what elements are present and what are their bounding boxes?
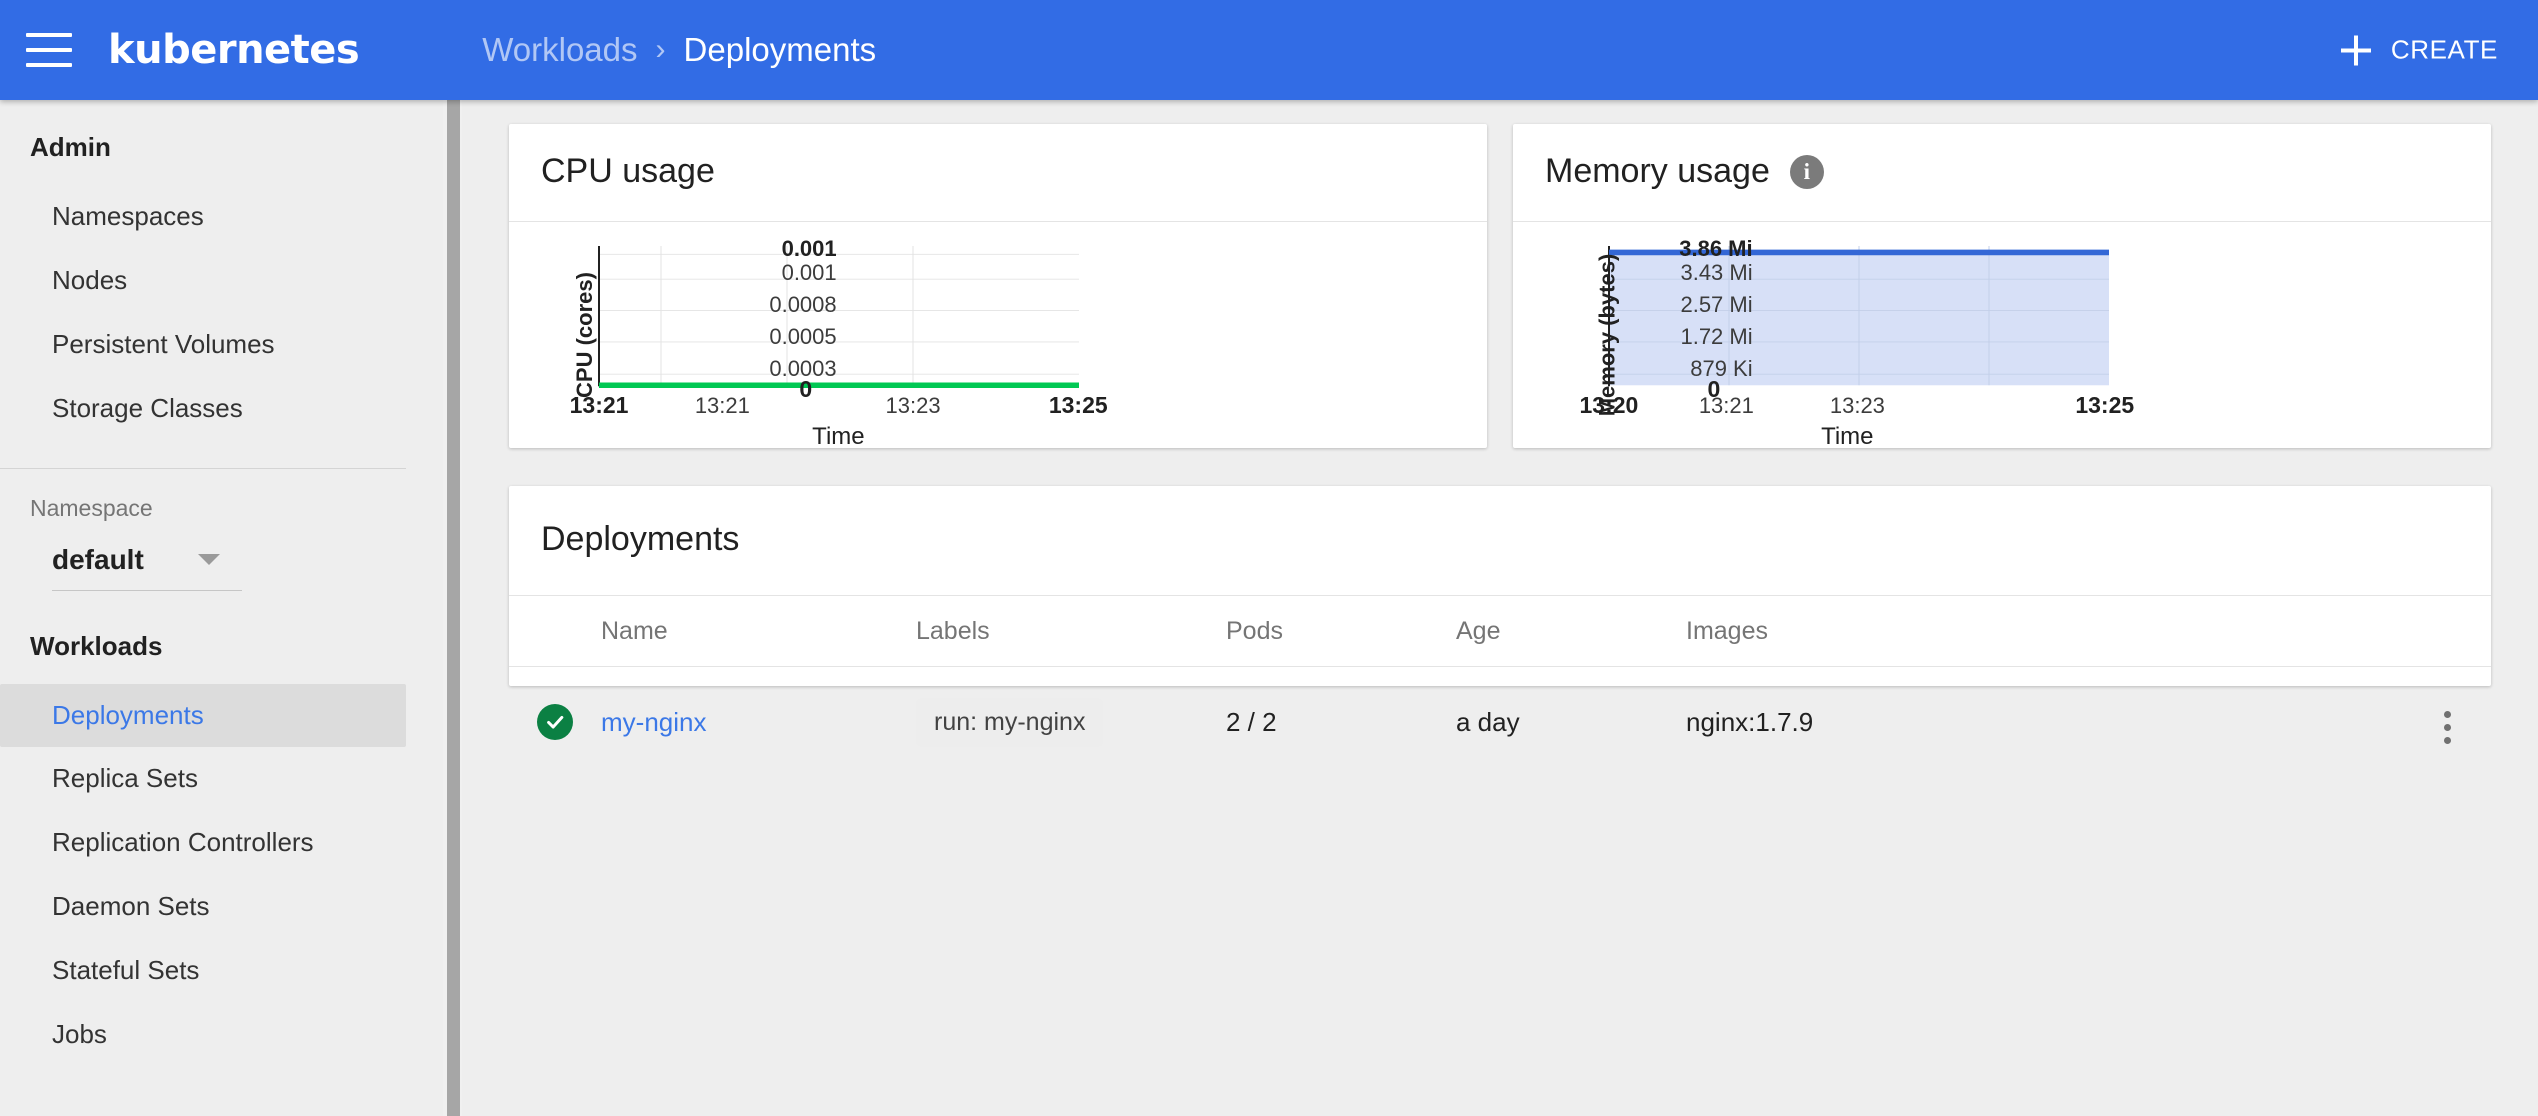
sidebar-item-daemon-sets[interactable]: Daemon Sets — [0, 875, 443, 939]
memory-chart-body: 3.86 Mi 3.43 Mi 2.57 Mi 1.72 Mi 879 Ki 0… — [1513, 222, 2491, 451]
row-pods-cell: 2 / 2 — [1226, 706, 1277, 737]
breadcrumb: Workloads › Deployments — [482, 31, 876, 69]
cpu-x-tick-1: 13:21 — [694, 392, 750, 418]
namespace-select[interactable]: default — [52, 544, 242, 591]
cpu-x-tick-2: 13:23 — [885, 392, 941, 418]
hamburger-icon[interactable] — [26, 33, 72, 67]
cpu-x-tick-3: 13:25 — [1048, 391, 1108, 418]
breadcrumb-item-current: Deployments — [683, 31, 877, 68]
row-name-cell: my-nginx — [601, 667, 916, 778]
memory-y-tick-2: 2.57 Mi — [1680, 292, 1753, 318]
th-pods[interactable]: Pods — [1226, 596, 1456, 667]
namespace-label: Namespace — [30, 494, 153, 521]
memory-x-axis-label: Time — [1821, 423, 1874, 451]
breadcrumb-item-workloads[interactable]: Workloads — [482, 31, 637, 69]
row-images-cell: nginx:1.7.9 — [1686, 706, 1814, 737]
memory-y-tick-3: 1.72 Mi — [1680, 323, 1753, 349]
memory-x-tick-1: 13:21 — [1698, 392, 1754, 418]
table-row[interactable]: my-nginx run: my-nginx 2 / 2 a day nginx… — [509, 667, 2491, 778]
th-status — [509, 596, 601, 667]
sidebar-item-persistent-volumes[interactable]: Persistent Volumes — [0, 313, 443, 377]
info-icon[interactable]: i — [1789, 154, 1824, 189]
app-brand-logo: kubernetes — [108, 27, 360, 73]
main-content: CPU usage 0.001 0.001 0.0008 0.0005 0.00… — [462, 100, 2538, 1116]
create-button-label: CREATE — [2390, 34, 2498, 65]
cpu-x-tick-0: 13:21 — [569, 391, 629, 418]
cpu-y-tick-3: 0.0005 — [769, 323, 837, 349]
chevron-down-icon — [198, 554, 220, 566]
memory-card-header: Memory usage i — [1513, 124, 2491, 222]
memory-x-tick-0: 13:20 — [1579, 391, 1639, 418]
th-menu — [2381, 596, 2491, 667]
chevron-right-icon: › — [655, 33, 666, 66]
kebab-menu-icon[interactable] — [2438, 705, 2457, 750]
th-images[interactable]: Images — [1686, 596, 2381, 667]
row-menu-cell — [2381, 667, 2491, 778]
memory-x-tick-3: 13:25 — [2075, 391, 2135, 418]
deployments-table: Name Labels Pods Age Images my-nginx run… — [509, 596, 2491, 777]
charts-row: CPU usage 0.001 0.001 0.0008 0.0005 0.00… — [509, 124, 2491, 451]
status-success-check-icon — [537, 704, 573, 740]
cpu-y-tick-2: 0.0008 — [769, 292, 837, 318]
cpu-x-axis-label: Time — [812, 423, 865, 451]
cpu-y-tick-0: 0.001 — [781, 235, 837, 261]
label-chip[interactable]: run: my-nginx — [916, 697, 1104, 747]
sidebar-nav: Admin Namespaces Nodes Persistent Volume… — [0, 100, 443, 1116]
sidebar-section-workloads: Workloads — [30, 630, 163, 661]
create-button[interactable]: CREATE — [2340, 34, 2498, 66]
cpu-usage-card: CPU usage 0.001 0.001 0.0008 0.0005 0.00… — [509, 124, 1487, 451]
sidebar-item-replica-sets[interactable]: Replica Sets — [0, 747, 443, 811]
sidebar-scrollbar-thumb[interactable] — [447, 100, 460, 1116]
row-age-cell: a day — [1456, 706, 1520, 737]
sidebar-item-namespaces[interactable]: Namespaces — [0, 185, 443, 249]
sidebar-item-storage-classes[interactable]: Storage Classes — [0, 377, 443, 441]
th-labels[interactable]: Labels — [916, 596, 1226, 667]
sidebar-item-deployments[interactable]: Deployments — [0, 683, 406, 748]
deployment-name-link[interactable]: my-nginx — [601, 707, 706, 737]
sidebar-item-replication-controllers[interactable]: Replication Controllers — [0, 811, 443, 875]
namespace-selected-value: default — [52, 543, 144, 575]
th-age[interactable]: Age — [1456, 596, 1686, 667]
memory-x-tick-2: 13:23 — [1829, 392, 1885, 418]
deployments-card-header: Deployments — [509, 486, 2491, 596]
row-labels-cell: run: my-nginx — [916, 667, 1226, 778]
top-app-bar: kubernetes Workloads › Deployments CREAT… — [0, 0, 2538, 100]
cpu-y-tick-5: 0 — [799, 375, 813, 402]
table-header-row: Name Labels Pods Age Images — [509, 596, 2491, 667]
memory-card-title: Memory usage — [1545, 152, 1770, 190]
deployments-card: Deployments Name Labels Pods Age Images — [509, 486, 2491, 747]
cpu-chart-body: 0.001 0.001 0.0008 0.0005 0.0003 0 CPU (… — [509, 222, 1487, 451]
cpu-card-header: CPU usage — [509, 124, 1487, 222]
th-name[interactable]: Name — [601, 596, 916, 667]
sidebar-item-jobs[interactable]: Jobs — [0, 1003, 443, 1067]
deployments-card-title: Deployments — [541, 520, 740, 558]
row-status-cell — [509, 667, 601, 778]
cpu-y-tick-1: 0.001 — [781, 260, 837, 286]
plus-icon — [2340, 35, 2371, 65]
memory-y-tick-1: 3.43 Mi — [1680, 260, 1753, 286]
sidebar-section-admin: Admin — [30, 132, 111, 162]
sidebar-item-stateful-sets[interactable]: Stateful Sets — [0, 939, 443, 1003]
cpu-y-axis-label: CPU (cores) — [571, 272, 597, 398]
memory-usage-card: Memory usage i 3.86 Mi 3.43 Mi 2.57 Mi 1… — [1513, 124, 2491, 451]
cpu-card-title: CPU usage — [541, 152, 715, 190]
memory-y-tick-0: 3.86 Mi — [1679, 235, 1753, 261]
memory-y-tick-4: 879 Ki — [1690, 356, 1753, 382]
sidebar-item-nodes[interactable]: Nodes — [0, 249, 443, 313]
